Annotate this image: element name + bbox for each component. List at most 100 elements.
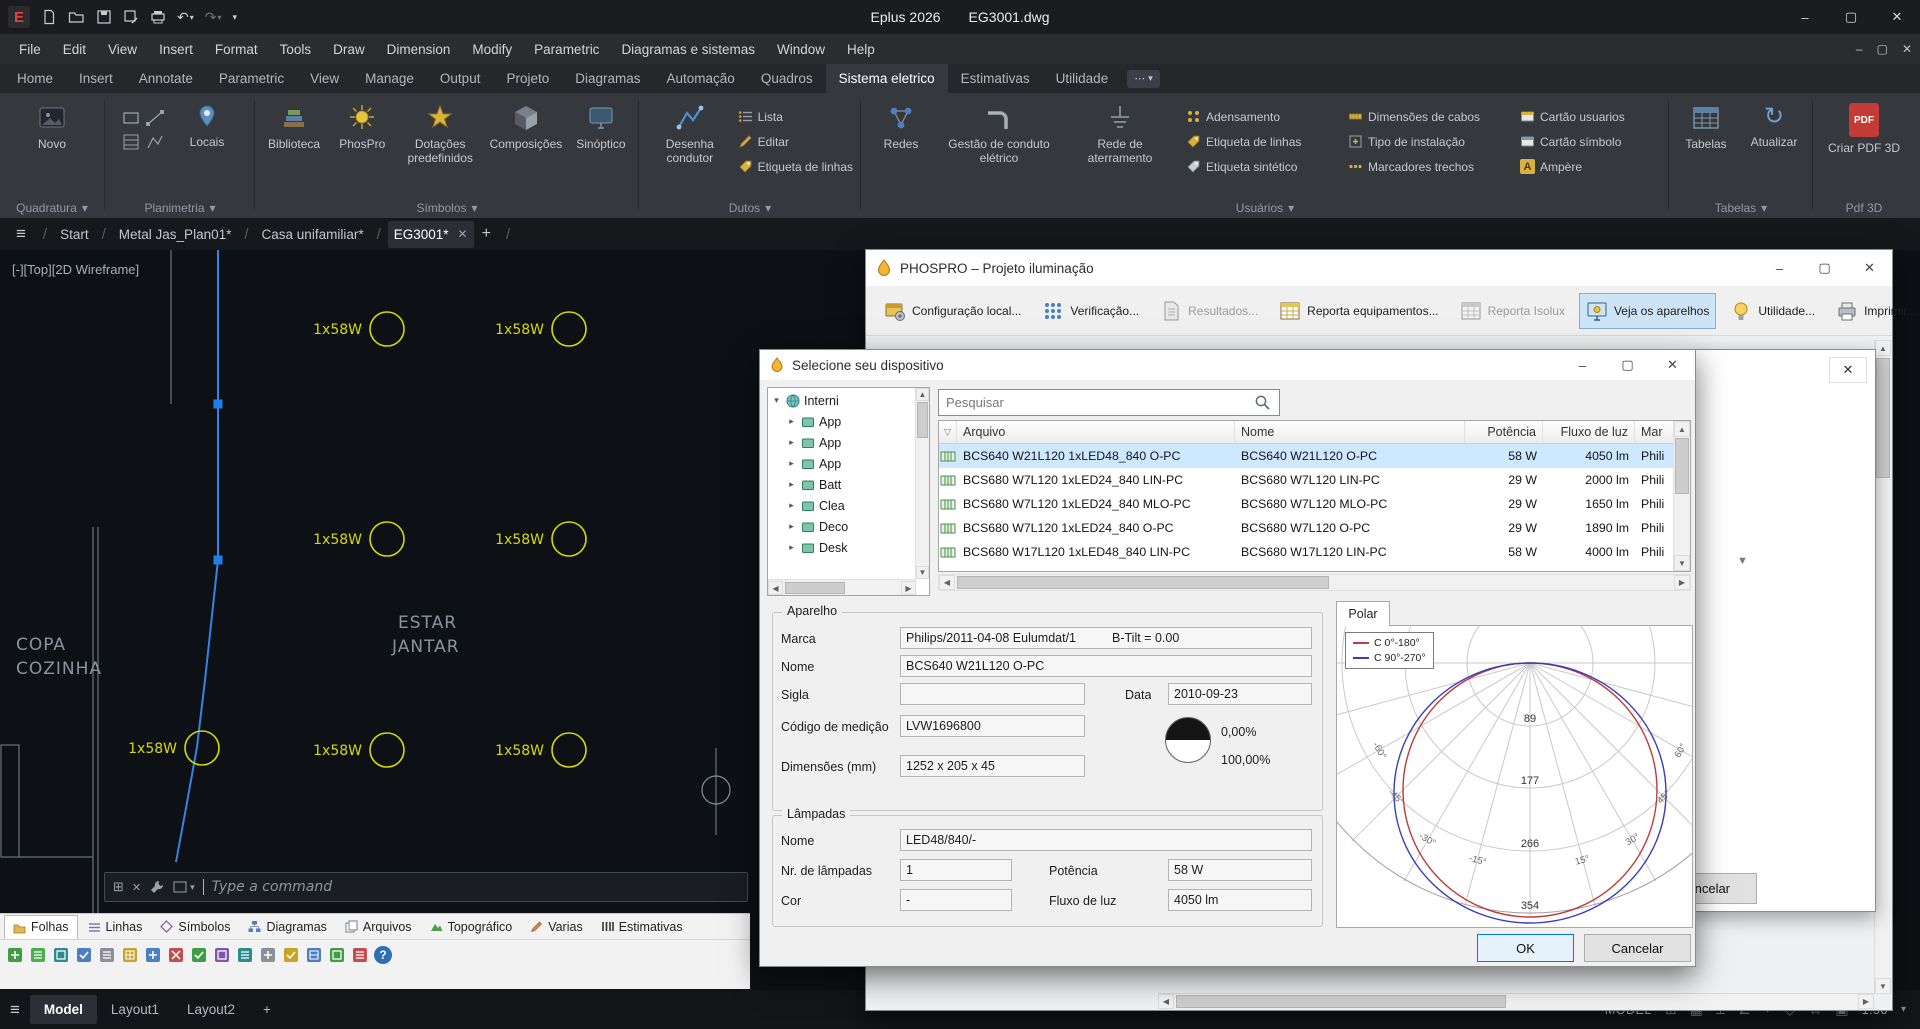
- close-button[interactable]: ✕: [1874, 0, 1920, 34]
- tabelas-button[interactable]: Tabelas: [1674, 98, 1738, 190]
- scale-dropdown-icon[interactable]: ▾: [1901, 1004, 1906, 1015]
- recent-commands-button[interactable]: ▾: [173, 881, 195, 893]
- ribbon-tab-quadros[interactable]: Quadros: [748, 64, 826, 93]
- doc-tab-start[interactable]: Start: [54, 221, 95, 248]
- composicoes-button[interactable]: Composições: [487, 98, 565, 190]
- expand-icon[interactable]: ▸: [786, 458, 797, 469]
- search-icon[interactable]: [1254, 394, 1271, 411]
- device-row[interactable]: BCS680 W7L120 1xLED24_840 MLO-PC BCS680 …: [939, 492, 1675, 516]
- scrollbar-thumb[interactable]: [917, 402, 928, 438]
- scrollbar-thumb[interactable]: [785, 582, 845, 594]
- new-file-button[interactable]: [41, 9, 57, 25]
- menu-tools[interactable]: Tools: [269, 34, 323, 64]
- tree-vscrollbar[interactable]: ▲ ▼: [915, 388, 929, 579]
- panel-tool-icon[interactable]: [98, 946, 116, 964]
- group-label-planimetria[interactable]: Planimetria▾: [106, 201, 254, 215]
- sort-indicator-icon[interactable]: ▽: [939, 421, 957, 443]
- editar-button[interactable]: Editar: [734, 131, 857, 152]
- command-input[interactable]: Type a command: [212, 879, 332, 895]
- group-label-usuarios[interactable]: Usuários▾: [862, 201, 1668, 215]
- tree-item[interactable]: ▸ App: [771, 432, 929, 453]
- panel-tool-icon[interactable]: [121, 946, 139, 964]
- device-table[interactable]: ▽ Arquivo Nome Potência Fluxo de luz Mar…: [938, 420, 1691, 572]
- panel-tool-icon[interactable]: [213, 946, 231, 964]
- panel-tab-arquivos[interactable]: Arquivos: [337, 915, 420, 939]
- scrollbar-thumb[interactable]: [1876, 358, 1890, 478]
- gestao-conduto-eletrico-button[interactable]: Gestão de conduto elétrico: [940, 98, 1058, 190]
- bg-dialog-close-button[interactable]: ✕: [1829, 357, 1867, 383]
- help-icon[interactable]: ?: [374, 946, 392, 964]
- menu-draw[interactable]: Draw: [322, 34, 376, 64]
- configuracao-local-button[interactable]: Configuração local...: [877, 293, 1028, 329]
- ribbon-tab-home[interactable]: Home: [4, 64, 66, 93]
- panel-tab-topografico[interactable]: Topográfico: [422, 915, 521, 939]
- menu-dimension[interactable]: Dimension: [376, 34, 462, 64]
- ribbon-tab-manage[interactable]: Manage: [352, 64, 427, 93]
- column-header-marca[interactable]: Mar: [1635, 421, 1675, 443]
- maximize-button[interactable]: ▢: [1828, 0, 1874, 34]
- ok-button[interactable]: OK: [1477, 934, 1574, 962]
- marcadores-trechos-button[interactable]: Marcadores trechos: [1344, 156, 1506, 177]
- ribbon-tab-insert[interactable]: Insert: [66, 64, 126, 93]
- minimize-button[interactable]: –: [1782, 0, 1828, 34]
- phospro-titlebar[interactable]: PHOSPRO – Projeto iluminação – ▢ ✕: [866, 250, 1892, 286]
- panel-tool-icon[interactable]: [144, 946, 162, 964]
- tree-item-interni[interactable]: ▾ Interni: [771, 390, 929, 411]
- cor-field[interactable]: -: [900, 889, 1012, 911]
- tree-item[interactable]: ▸ Desk: [771, 537, 929, 558]
- menu-help[interactable]: Help: [836, 34, 886, 64]
- expand-icon[interactable]: ▸: [786, 479, 797, 490]
- group-label-tabelas[interactable]: Tabelas▾: [1670, 201, 1812, 215]
- ribbon-tab-parametric[interactable]: Parametric: [206, 64, 297, 93]
- panel-tab-linhas[interactable]: Linhas: [80, 915, 151, 939]
- device-row[interactable]: BCS680 W17L120 1xLED48_840 LIN-PC BCS680…: [939, 540, 1675, 564]
- collapse-icon[interactable]: ▾: [771, 395, 782, 406]
- device-row[interactable]: BCS680 W17L120 1xLED48_840 MLO-PC BCS680…: [939, 564, 1675, 572]
- veja-os-aparelhos-button[interactable]: Veja os aparelhos: [1579, 293, 1716, 329]
- criar-pdf-3d-button[interactable]: PDF Criar PDF 3D: [1819, 98, 1909, 190]
- dimensoes-de-cabos-button[interactable]: Dimensões de cabos: [1344, 106, 1506, 127]
- column-header-potencia[interactable]: Potência: [1465, 421, 1543, 443]
- cartao-simbolo-button[interactable]: Cartão símbolo: [1516, 131, 1648, 152]
- ribbon-tab-view[interactable]: View: [297, 64, 352, 93]
- menu-edit[interactable]: Edit: [52, 34, 97, 64]
- tree-item[interactable]: ▸ Batt: [771, 474, 929, 495]
- group-label-quadratura[interactable]: Quadratura▾: [0, 201, 104, 215]
- etiqueta-de-linhas-button-2[interactable]: Etiqueta de linhas: [1182, 131, 1334, 152]
- phospro-maximize-button[interactable]: ▢: [1802, 250, 1847, 286]
- menu-insert[interactable]: Insert: [148, 34, 204, 64]
- redo-button[interactable]: ↷▾: [205, 9, 222, 26]
- hatch-tool-icon[interactable]: [121, 132, 141, 152]
- column-header-nome[interactable]: Nome: [1235, 421, 1465, 443]
- menu-window[interactable]: Window: [766, 34, 836, 64]
- atualizar-button[interactable]: ↻ Atualizar: [1740, 98, 1808, 190]
- viewport-controls-label[interactable]: [-][Top][2D Wireframe]: [12, 262, 139, 277]
- locais-button[interactable]: Locais: [175, 98, 239, 190]
- panel-tool-icon[interactable]: [29, 946, 47, 964]
- ribbon-tab-projeto[interactable]: Projeto: [493, 64, 562, 93]
- column-header-arquivo[interactable]: Arquivo: [957, 421, 1235, 443]
- mdi-minimize-button[interactable]: –: [1856, 42, 1863, 56]
- rectangle-tool-icon[interactable]: [121, 108, 141, 128]
- biblioteca-button[interactable]: Biblioteca: [259, 98, 329, 190]
- doc-tab-casa-unifamiliar[interactable]: Casa unifamiliar*: [256, 221, 370, 248]
- wrench-icon[interactable]: [149, 879, 165, 895]
- expand-icon[interactable]: ▸: [786, 437, 797, 448]
- tipo-de-instalacao-button[interactable]: Tipo de instalação: [1344, 131, 1506, 152]
- ribbon-tab-annotate[interactable]: Annotate: [126, 64, 206, 93]
- conduit-polyline[interactable]: [176, 250, 218, 862]
- panel-tool-icon[interactable]: [236, 946, 254, 964]
- bg-dialog-scroll-icon[interactable]: ▼: [1737, 555, 1748, 567]
- statusbar-menu-icon[interactable]: ≡: [0, 1000, 30, 1020]
- lista-button[interactable]: Lista: [734, 106, 857, 127]
- panel-tool-icon[interactable]: [75, 946, 93, 964]
- tree-item[interactable]: ▸ Clea: [771, 495, 929, 516]
- scrollbar-thumb[interactable]: [1675, 438, 1689, 494]
- ribbon-tab-automacao[interactable]: Automação: [654, 64, 748, 93]
- device-maximize-button[interactable]: ▢: [1605, 350, 1650, 380]
- table-vscrollbar[interactable]: ▲ ▼: [1673, 421, 1690, 571]
- grip-point[interactable]: [214, 400, 223, 409]
- panel-tool-icon[interactable]: [190, 946, 208, 964]
- menu-diagramas-e-sistemas[interactable]: Diagramas e sistemas: [610, 34, 766, 64]
- scrollbar-thumb[interactable]: [957, 576, 1329, 589]
